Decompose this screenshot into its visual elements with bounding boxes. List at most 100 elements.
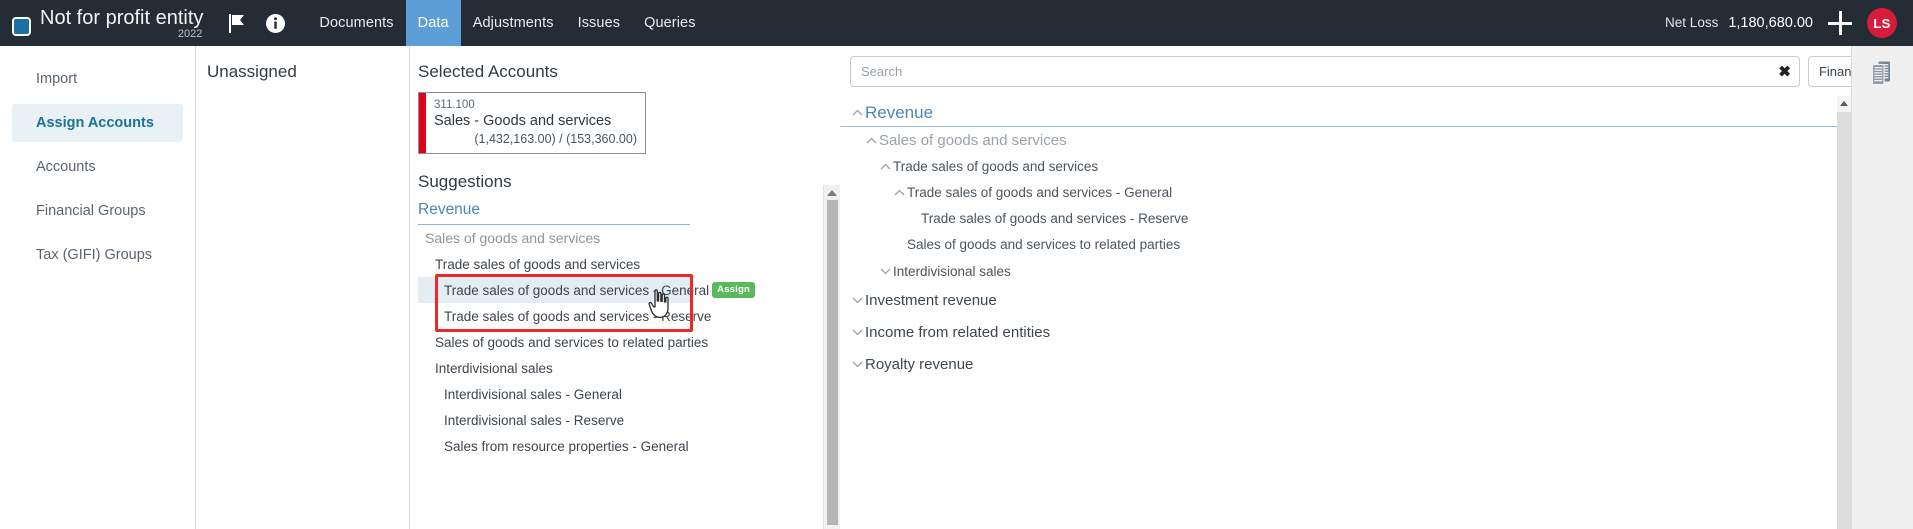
selected-account-card[interactable]: 311.100 Sales - Goods and services (1,43… <box>418 92 646 154</box>
suggestion-root-revenue[interactable]: Revenue <box>418 198 690 225</box>
tree-row-label: Trade sales of goods and services <box>893 159 1851 174</box>
assign-button[interactable]: Assign <box>712 282 755 298</box>
tab-documents[interactable]: Documents <box>307 0 405 46</box>
tree-scrollbar-thumb[interactable] <box>1837 112 1851 529</box>
suggestion-item[interactable]: Trade sales of goods and services - Rese… <box>418 303 690 329</box>
top-bar-right: Net Loss 1,180,680.00 LS <box>1665 8 1913 38</box>
tab-data[interactable]: Data <box>406 0 461 46</box>
chevron-down-icon[interactable] <box>878 268 893 275</box>
suggestions-scrollbar[interactable] <box>823 185 840 529</box>
tab-adjustments[interactable]: Adjustments <box>461 0 566 46</box>
chevron-up-icon[interactable] <box>864 137 879 144</box>
chevron-up-icon[interactable] <box>892 189 907 196</box>
search-row: ✖ Financial <box>840 54 1913 87</box>
search-wrapper: ✖ <box>850 56 1800 87</box>
suggestion-item-label: Interdivisional sales - Reserve <box>444 413 624 428</box>
tree-row-label: Sales of goods and services <box>879 132 1848 149</box>
suggestion-item-label: Sales of goods and services <box>425 230 600 246</box>
entity-name: Not for profit entity <box>40 6 203 30</box>
tree-row-label: Trade sales of goods and services - Gene… <box>907 185 1851 200</box>
suggestion-item-label: Interdivisional sales - General <box>444 387 622 402</box>
tree-row[interactable]: Trade sales of goods and services0.00 <box>840 153 1877 179</box>
tree-row[interactable]: Revenue0.00 <box>840 99 1877 127</box>
top-bar: Not for profit entity 2022 Documents <box>0 0 1913 46</box>
suggestion-item[interactable]: Sales from resource properties - General <box>418 433 690 459</box>
chevron-up-icon[interactable] <box>850 109 865 116</box>
suggestion-item-label: Trade sales of goods and services - Gene… <box>444 283 709 298</box>
chevron-down-icon[interactable] <box>850 361 865 368</box>
selected-accounts-title: Selected Accounts <box>418 62 823 82</box>
app-root: Not for profit entity 2022 Documents <box>0 0 1913 529</box>
avatar[interactable]: LS <box>1867 8 1897 38</box>
account-status-bar <box>419 93 426 153</box>
account-tree: Revenue0.00Sales of goods and services0.… <box>840 99 1913 380</box>
tree-row[interactable]: Interdivisional sales0.00 <box>840 258 1877 284</box>
tree-row[interactable]: Sales of goods and services to related p… <box>840 232 1877 258</box>
sidebar-item-assign-accounts[interactable]: Assign Accounts <box>12 104 183 142</box>
documents-stack-icon[interactable] <box>1869 60 1897 529</box>
scrollbar-thumb[interactable] <box>827 200 838 525</box>
clear-x-icon[interactable]: ✖ <box>1778 64 1791 79</box>
nav-icon-group <box>229 14 285 33</box>
tree-row[interactable]: Income from related entities0.00 <box>840 316 1877 348</box>
tree-row[interactable]: Royalty revenue0.00 <box>840 348 1877 380</box>
sidebar: Import Assign Accounts Accounts Financia… <box>0 46 196 529</box>
suggestion-item-label: Trade sales of goods and services <box>435 257 640 272</box>
tree-row-label: Trade sales of goods and services - Rese… <box>921 211 1851 226</box>
suggestions-title: Suggestions <box>418 172 823 192</box>
chevron-down-icon[interactable] <box>850 297 865 304</box>
financial-tree-panel: ✖ Financial Revenue0.00Sales of goods an… <box>840 46 1913 529</box>
tab-issues[interactable]: Issues <box>566 0 633 46</box>
suggestion-item[interactable]: Sales of goods and services to related p… <box>418 329 690 355</box>
right-rail <box>1851 46 1913 529</box>
main-tabs: Documents Data Adjustments Issues Querie… <box>307 0 707 46</box>
tree-row-label: Sales of goods and services to related p… <box>907 237 1851 252</box>
suggestion-item[interactable]: Sales of goods and services <box>418 225 690 251</box>
suggestion-item-label: Trade sales of goods and services - Rese… <box>444 309 711 324</box>
search-input[interactable] <box>850 56 1800 87</box>
tab-queries[interactable]: Queries <box>632 0 707 46</box>
suggestion-item-label: Sales from resource properties - General <box>444 439 689 454</box>
fiscal-year: 2022 <box>178 29 202 40</box>
tree-row[interactable]: Trade sales of goods and services - Rese… <box>840 206 1877 232</box>
chevron-up-icon[interactable] <box>878 163 893 170</box>
brand[interactable]: Not for profit entity 2022 <box>0 6 203 40</box>
net-loss-value: 1,180,680.00 <box>1728 15 1813 31</box>
sidebar-item-tax-gifi-groups[interactable]: Tax (GIFI) Groups <box>12 236 183 274</box>
scroll-up-arrow-icon[interactable] <box>1840 101 1848 106</box>
net-loss-indicator: Net Loss 1,180,680.00 <box>1665 15 1813 31</box>
account-name: Sales - Goods and services <box>434 112 637 131</box>
tree-row-label: Income from related entities <box>865 324 1848 341</box>
suggestion-item[interactable]: Interdivisional sales - General <box>418 381 690 407</box>
net-loss-label: Net Loss <box>1665 15 1718 30</box>
flag-icon[interactable] <box>229 14 247 33</box>
tree-row-label: Revenue <box>865 103 1844 123</box>
selected-accounts-column: Selected Accounts 311.100 Sales - Goods … <box>410 46 823 529</box>
scroll-up-arrow-icon[interactable] <box>827 190 837 196</box>
tree-row[interactable]: Investment revenue0.00 <box>840 284 1877 316</box>
info-circle-icon[interactable] <box>266 14 285 33</box>
unassigned-column: Unassigned <box>196 46 410 529</box>
suggestion-item[interactable]: Trade sales of goods and services <box>418 251 690 277</box>
body: Import Assign Accounts Accounts Financia… <box>0 46 1913 529</box>
chevron-down-icon[interactable] <box>850 329 865 336</box>
tree-row-label: Royalty revenue <box>865 356 1848 373</box>
suggestion-item-label: Sales of goods and services to related p… <box>435 335 708 350</box>
sidebar-item-accounts[interactable]: Accounts <box>12 148 183 186</box>
unassigned-title: Unassigned <box>207 62 409 82</box>
suggestions-list: Sales of goods and services Trade sales o… <box>418 225 690 459</box>
tree-row-label: Investment revenue <box>865 292 1848 309</box>
suggestion-item-label: Interdivisional sales <box>435 361 553 376</box>
tree-row[interactable]: Sales of goods and services0.00 <box>840 127 1877 153</box>
tree-row-label: Interdivisional sales <box>893 264 1851 279</box>
tree-row[interactable]: Trade sales of goods and services - Gene… <box>840 179 1877 205</box>
rounded-square-logo-icon <box>12 17 31 36</box>
suggestion-item[interactable]: Trade sales of goods and services - Gene… <box>418 277 690 303</box>
sidebar-item-financial-groups[interactable]: Financial Groups <box>12 192 183 230</box>
suggestion-item[interactable]: Interdivisional sales - Reserve <box>418 407 690 433</box>
account-amounts: (1,432,163.00) / (153,360.00) <box>434 131 637 147</box>
sidebar-item-import[interactable]: Import <box>12 60 183 98</box>
suggestion-item[interactable]: Interdivisional sales <box>418 355 690 381</box>
plus-icon[interactable] <box>1827 10 1853 36</box>
tree-scrollbar[interactable] <box>1837 96 1851 529</box>
